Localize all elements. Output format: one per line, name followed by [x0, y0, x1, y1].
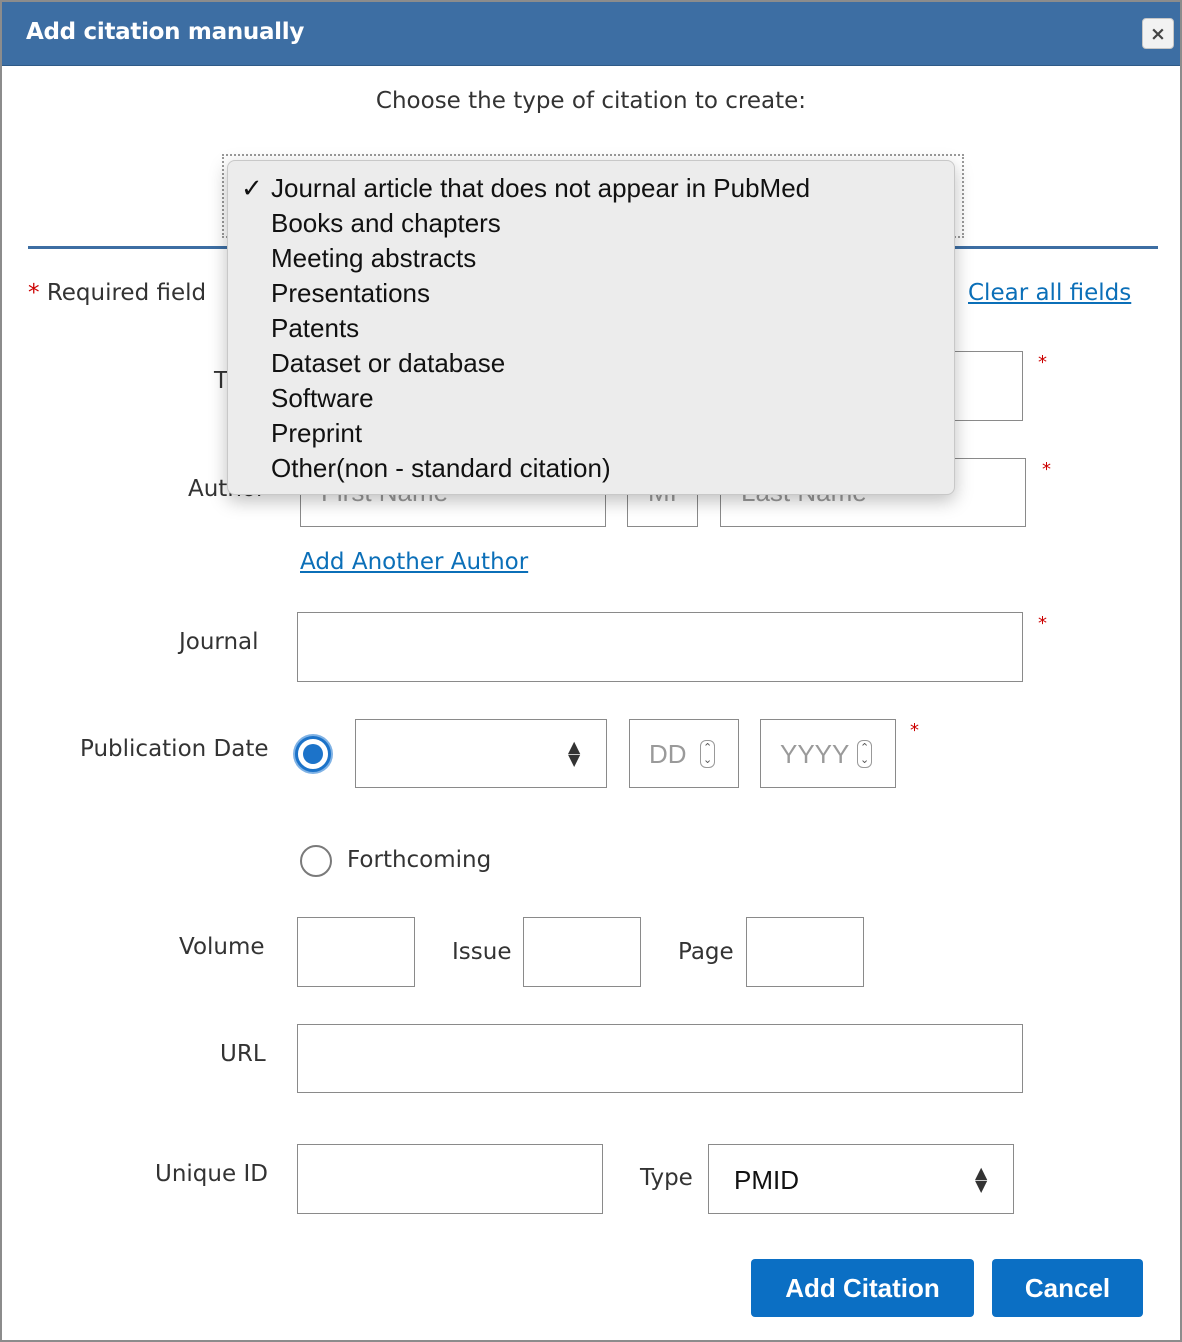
publication-date-radio[interactable]: [295, 736, 331, 772]
add-citation-button[interactable]: Add Citation: [751, 1259, 974, 1317]
year-input[interactable]: YYYY ⌃ ⌄: [760, 719, 896, 788]
dropdown-option[interactable]: Software: [271, 383, 374, 414]
dropdown-option[interactable]: Journal article that does not appear in …: [271, 173, 810, 204]
forthcoming-label: Forthcoming: [347, 847, 492, 873]
title-required-star: *: [1038, 352, 1047, 373]
add-another-author-link[interactable]: Add Another Author: [300, 549, 528, 575]
journal-required-star: *: [1038, 613, 1047, 634]
day-input[interactable]: DD ⌃ ⌄: [629, 719, 739, 788]
unique-id-input[interactable]: [297, 1144, 603, 1214]
dialog-titlebar: Add citation manually ×: [2, 2, 1180, 66]
type-label: Type: [640, 1165, 693, 1191]
volume-input[interactable]: [297, 917, 415, 987]
id-type-select[interactable]: PMID ▲ ▼: [708, 1144, 1014, 1214]
unique-id-label: Unique ID: [155, 1161, 268, 1187]
page-input[interactable]: [746, 917, 864, 987]
select-arrows-icon: ▲ ▼: [568, 737, 581, 769]
citation-type-prompt: Choose the type of citation to create:: [375, 88, 807, 114]
clear-all-fields-link[interactable]: Clear all fields: [968, 280, 1131, 306]
dropdown-option[interactable]: Patents: [271, 313, 359, 344]
dropdown-option[interactable]: Meeting abstracts: [271, 243, 476, 274]
issue-input[interactable]: [523, 917, 641, 987]
cancel-button[interactable]: Cancel: [992, 1259, 1143, 1317]
required-field-text: Required field: [46, 280, 207, 306]
url-input[interactable]: [297, 1024, 1023, 1093]
dropdown-option[interactable]: Books and chapters: [271, 208, 501, 239]
title-label: T: [214, 368, 229, 394]
month-select[interactable]: ▲ ▼: [355, 719, 607, 788]
check-icon: ✓: [241, 173, 263, 203]
issue-label: Issue: [452, 939, 512, 965]
day-stepper-icon[interactable]: ⌃ ⌄: [700, 740, 716, 768]
dropdown-option[interactable]: Presentations: [271, 278, 430, 309]
close-icon: ×: [1150, 22, 1166, 45]
id-type-value: PMID: [734, 1165, 799, 1195]
citation-type-dropdown: ✓ Journal article that does not appear i…: [227, 160, 955, 495]
year-placeholder: YYYY: [780, 739, 850, 769]
journal-input[interactable]: [297, 612, 1023, 682]
url-label: URL: [220, 1041, 266, 1067]
volume-label: Volume: [179, 934, 265, 960]
dropdown-option[interactable]: Other(non - standard citation): [271, 453, 611, 484]
add-citation-dialog: Add citation manually × Choose the type …: [0, 0, 1182, 1342]
dialog-title: Add citation manually: [26, 19, 305, 45]
close-button[interactable]: ×: [1142, 18, 1174, 49]
select-arrows-icon: ▲ ▼: [975, 1163, 988, 1195]
required-star: *: [28, 280, 40, 306]
page-label: Page: [678, 939, 734, 965]
publication-date-label: Publication Date: [80, 736, 269, 762]
day-placeholder: DD: [649, 739, 687, 769]
journal-label: Journal: [179, 629, 259, 655]
dropdown-option[interactable]: Dataset or database: [271, 348, 505, 379]
year-stepper-icon[interactable]: ⌃ ⌄: [857, 740, 873, 768]
required-field-note: * Required field: [28, 280, 206, 306]
dropdown-option[interactable]: Preprint: [271, 418, 362, 449]
date-required-star: *: [910, 720, 919, 741]
author-required-star: *: [1042, 459, 1051, 480]
forthcoming-radio[interactable]: [300, 845, 332, 877]
